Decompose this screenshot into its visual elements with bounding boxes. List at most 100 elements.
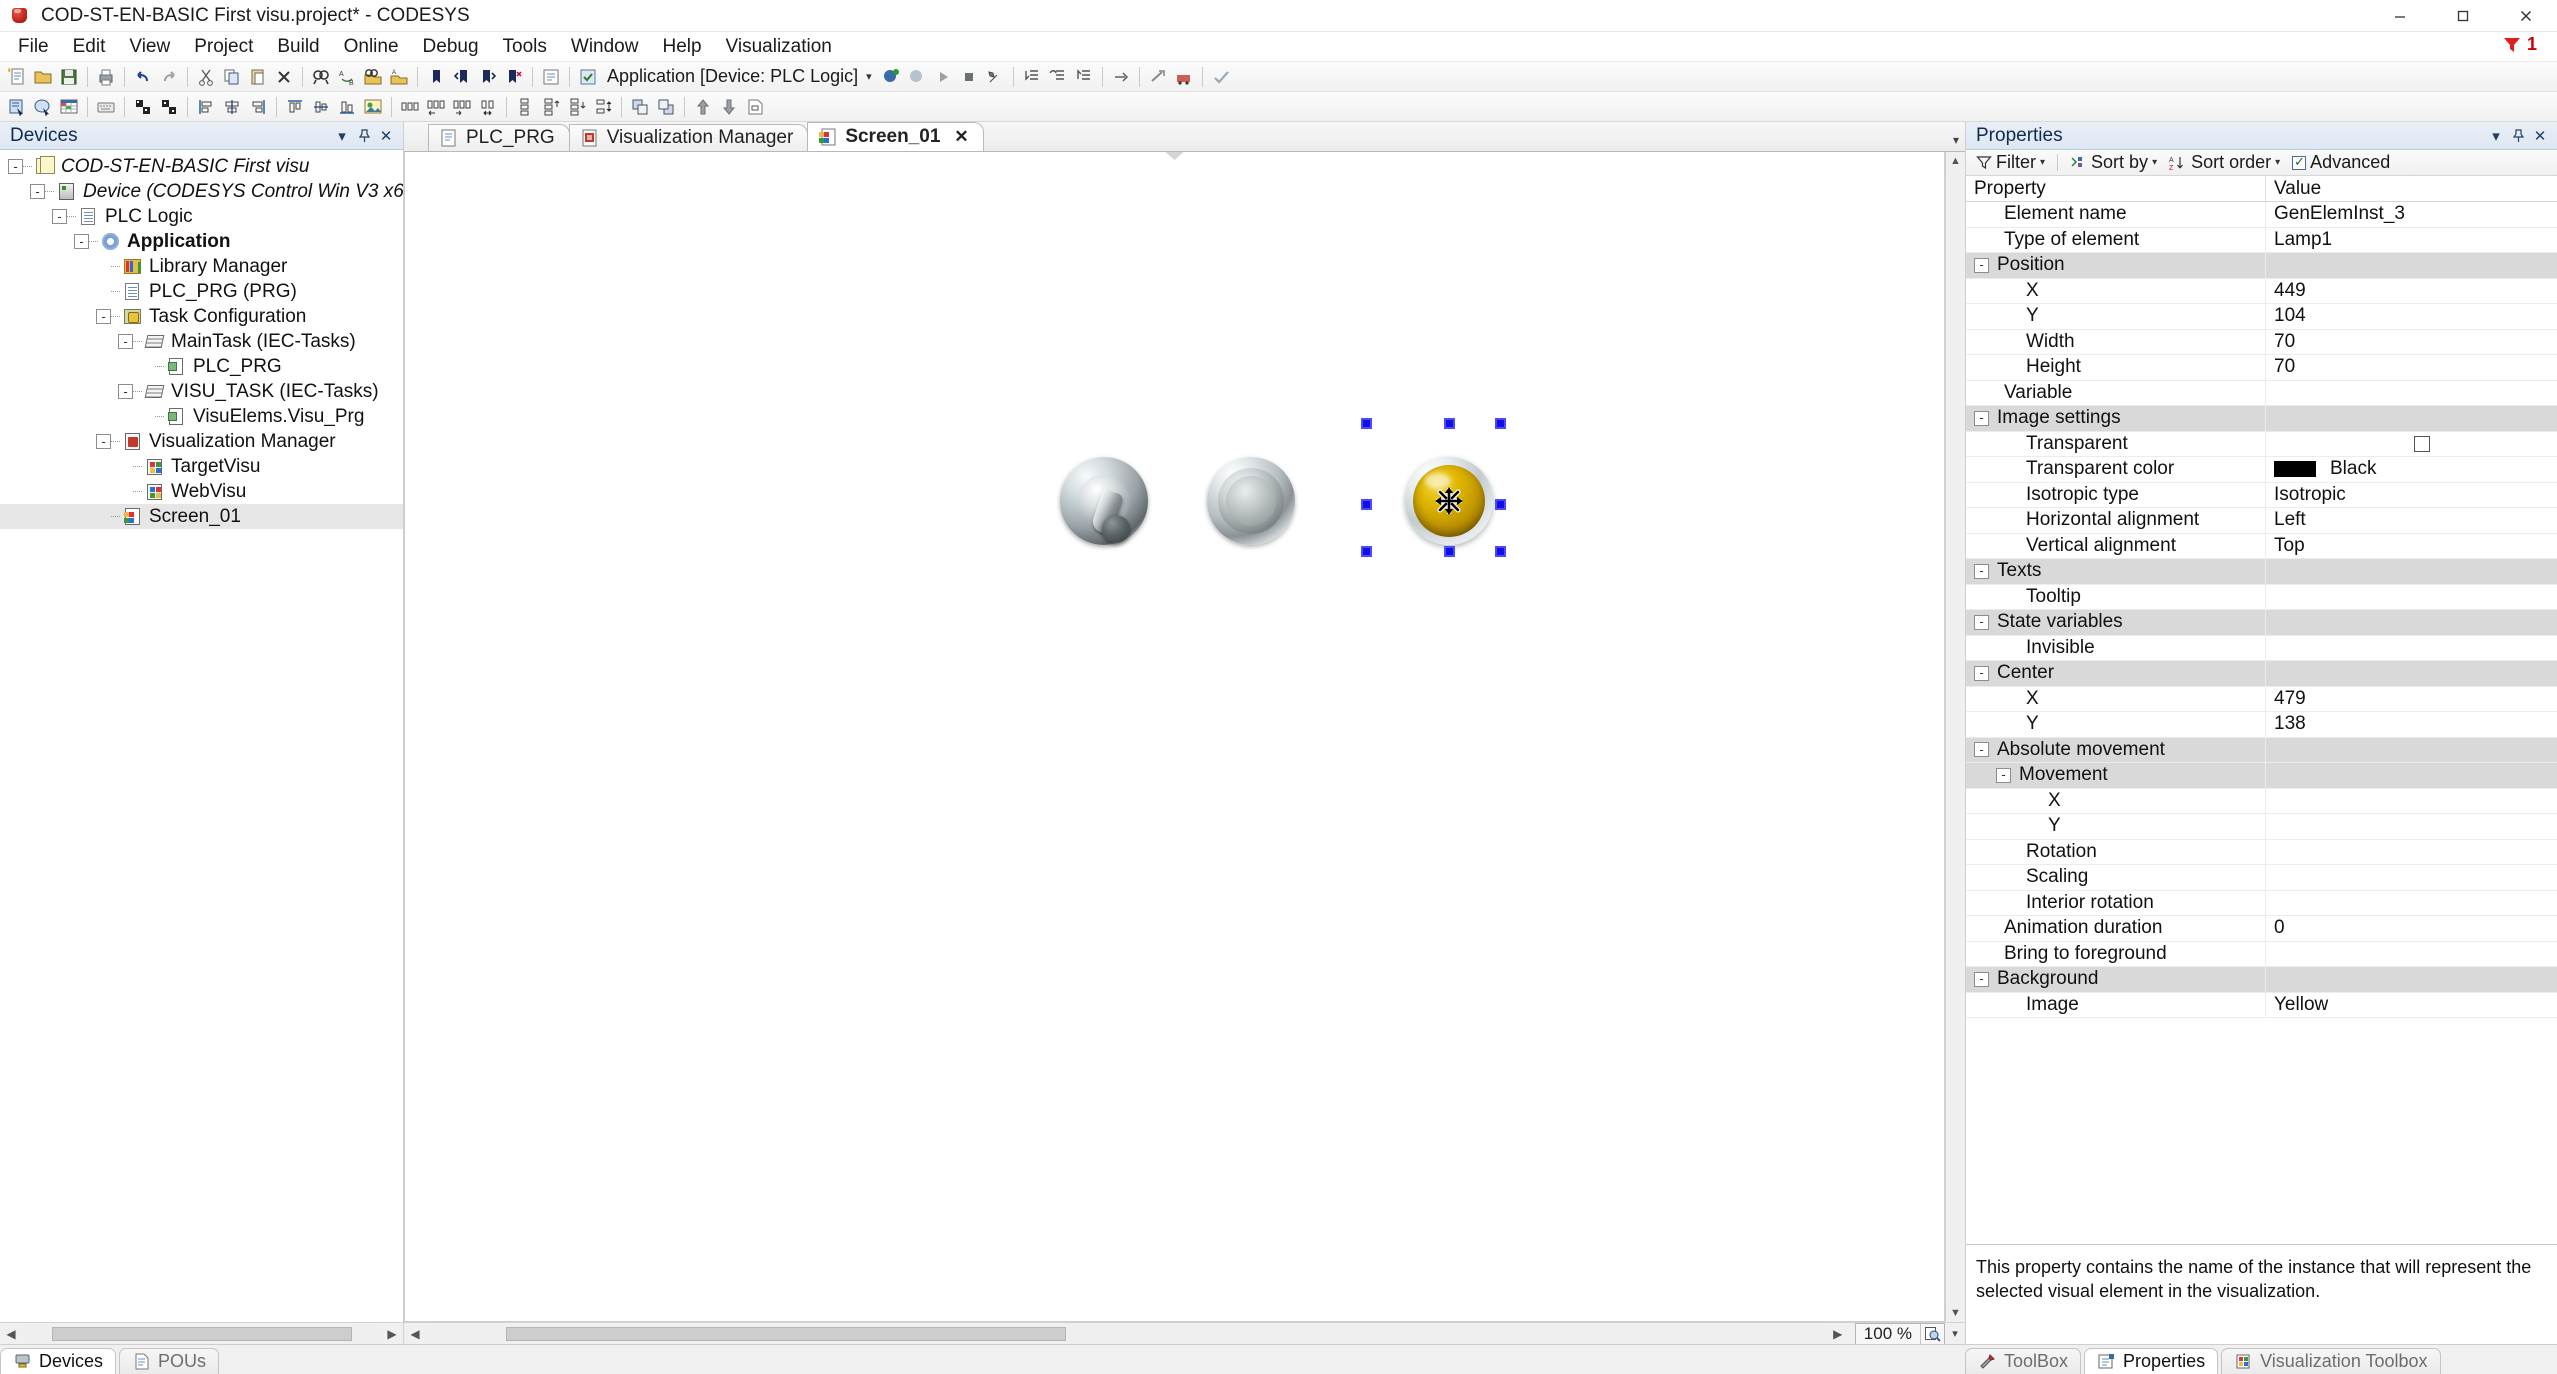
property-value-cell[interactable]: 70	[2266, 330, 2557, 356]
new-project-icon[interactable]	[4, 64, 30, 90]
property-row[interactable]: Y138	[1966, 712, 2557, 738]
property-value-cell[interactable]: Black	[2266, 457, 2557, 483]
menu-help[interactable]: Help	[650, 33, 713, 61]
menu-view[interactable]: View	[117, 33, 182, 61]
property-group-expander-icon[interactable]: -	[1974, 666, 1989, 681]
resize-handle-middle-right[interactable]	[1495, 499, 1506, 510]
undo-icon[interactable]	[130, 64, 156, 90]
paste-icon[interactable]	[245, 64, 271, 90]
property-value-cell[interactable]: 70	[2266, 355, 2557, 381]
property-checkbox[interactable]	[2414, 436, 2430, 452]
property-row[interactable]: -Center	[1966, 661, 2557, 687]
step-out-icon[interactable]	[1071, 64, 1097, 90]
lamp-gray-element[interactable]	[1207, 457, 1295, 545]
property-value-cell[interactable]	[2266, 585, 2557, 611]
hscroll-track[interactable]	[22, 1326, 381, 1342]
next-bookmark-icon[interactable]	[475, 64, 501, 90]
canvas-hscrollbar[interactable]: ◀ ▶ 100 % ▾	[404, 1322, 1965, 1344]
grid-settings-icon[interactable]	[56, 94, 82, 120]
property-row[interactable]: Element nameGenElemInst_3	[1966, 202, 2557, 228]
property-value-cell[interactable]: 449	[2266, 279, 2557, 305]
property-value-cell[interactable]: Yellow	[2266, 993, 2557, 1019]
ungroup-icon[interactable]	[156, 94, 182, 120]
bottom-tab-toolbox[interactable]: ToolBox	[1965, 1348, 2081, 1374]
close-button[interactable]	[2494, 0, 2557, 32]
distribute-horizontal-spread-icon[interactable]	[423, 94, 449, 120]
scroll-right-icon[interactable]: ▶	[381, 1324, 403, 1344]
tree-item-maintask-iec-tasks[interactable]: -MainTask (IEC-Tasks)	[0, 329, 403, 354]
clear-bookmarks-icon[interactable]	[501, 64, 527, 90]
advanced-toggle[interactable]: Advanced	[2288, 152, 2394, 173]
tree-item-device-codesys-control-win-v3-x64[interactable]: -Device (CODESYS Control Win V3 x64)	[0, 179, 403, 204]
step-into-icon[interactable]	[1019, 64, 1045, 90]
editor-tab-close-icon[interactable]: ✕	[954, 127, 968, 147]
resize-handle-top-center[interactable]	[1444, 418, 1455, 429]
property-value-cell[interactable]	[2266, 559, 2557, 585]
properties-collapse-icon[interactable]: ▾	[2485, 125, 2507, 147]
distribute-vertical-icon[interactable]	[512, 94, 538, 120]
tree-expander-icon[interactable]: -	[96, 434, 111, 449]
resize-handle-top-left[interactable]	[1361, 418, 1372, 429]
group-icon[interactable]	[130, 94, 156, 120]
canvas-scroll-up-icon[interactable]: ▲	[1947, 152, 1965, 170]
tree-item-cod-st-en-basic-first-visu[interactable]: -COD-ST-EN-BASIC First visu	[0, 154, 403, 179]
canvas-hscroll-track[interactable]	[426, 1326, 1827, 1342]
property-value-cell[interactable]	[2266, 814, 2557, 840]
sort-by-button[interactable]: Sort by ▾	[2066, 152, 2161, 173]
property-value-cell[interactable]: 0	[2266, 916, 2557, 942]
tree-item-plc-prg-prg[interactable]: PLC_PRG (PRG)	[0, 279, 403, 304]
property-group-expander-icon[interactable]: -	[1996, 768, 2011, 783]
delete-icon[interactable]	[271, 64, 297, 90]
tree-expander-icon[interactable]: -	[74, 234, 89, 249]
interactive-mode-icon[interactable]	[30, 94, 56, 120]
property-value-cell[interactable]	[2266, 738, 2557, 764]
property-value-cell[interactable]: Left	[2266, 508, 2557, 534]
zoom-magnifier-icon[interactable]	[1920, 1324, 1944, 1344]
properties-pin-icon[interactable]	[2507, 125, 2529, 147]
bottom-tab-visualization-toolbox[interactable]: Visualization Toolbox	[2221, 1348, 2440, 1374]
devices-collapse-icon[interactable]: ▾	[331, 125, 353, 147]
resize-handle-bottom-center[interactable]	[1444, 546, 1455, 557]
start-icon[interactable]	[930, 64, 956, 90]
menu-online[interactable]: Online	[332, 33, 411, 61]
align-top-icon[interactable]	[282, 94, 308, 120]
breakpoint-icon[interactable]	[1145, 64, 1171, 90]
property-row[interactable]: Invisible	[1966, 636, 2557, 662]
align-bottom-icon[interactable]	[334, 94, 360, 120]
tree-expander-icon[interactable]: -	[52, 209, 67, 224]
property-value-cell[interactable]: Top	[2266, 534, 2557, 560]
distribute-vertical-gap-icon[interactable]	[564, 94, 590, 120]
move-up-icon[interactable]	[690, 94, 716, 120]
property-row[interactable]: Tooltip	[1966, 585, 2557, 611]
devices-close-icon[interactable]: ✕	[375, 125, 397, 147]
tree-expander-icon[interactable]: -	[118, 384, 133, 399]
menu-file[interactable]: File	[6, 33, 61, 61]
select-mode-icon[interactable]	[4, 94, 30, 120]
canvas-scroll-right-icon[interactable]: ▶	[1827, 1324, 1849, 1344]
property-row[interactable]: Transparent	[1966, 432, 2557, 458]
property-row[interactable]: Type of elementLamp1	[1966, 228, 2557, 254]
property-row[interactable]: Width70	[1966, 330, 2557, 356]
cut-icon[interactable]	[193, 64, 219, 90]
property-value-cell[interactable]	[2266, 891, 2557, 917]
build-icon[interactable]	[575, 64, 601, 90]
property-row[interactable]: -Image settings	[1966, 406, 2557, 432]
property-row[interactable]: Variable	[1966, 381, 2557, 407]
tree-item-task-configuration[interactable]: -Task Configuration	[0, 304, 403, 329]
property-row[interactable]: -Texts	[1966, 559, 2557, 585]
bottom-tab-pous[interactable]: POUs	[119, 1348, 219, 1374]
property-row[interactable]: Y	[1966, 814, 2557, 840]
align-center-horizontal-icon[interactable]	[219, 94, 245, 120]
property-value-cell[interactable]	[2266, 763, 2557, 789]
device-tree[interactable]: -COD-ST-EN-BASIC First visu-Device (CODE…	[0, 150, 403, 1322]
property-row[interactable]: Height70	[1966, 355, 2557, 381]
property-row[interactable]: Isotropic typeIsotropic	[1966, 483, 2557, 509]
keyboard-usage-icon[interactable]	[93, 94, 119, 120]
tree-item-library-manager[interactable]: Library Manager	[0, 254, 403, 279]
distribute-horizontal-icon[interactable]	[397, 94, 423, 120]
property-group-expander-icon[interactable]: -	[1974, 258, 1989, 273]
zoom-dropdown-icon[interactable]: ▾	[1945, 1327, 1965, 1340]
canvas-scroll-left-icon[interactable]: ◀	[404, 1324, 426, 1344]
tree-item-application[interactable]: -Application	[0, 229, 403, 254]
tree-item-visualization-manager[interactable]: -Visualization Manager	[0, 429, 403, 454]
